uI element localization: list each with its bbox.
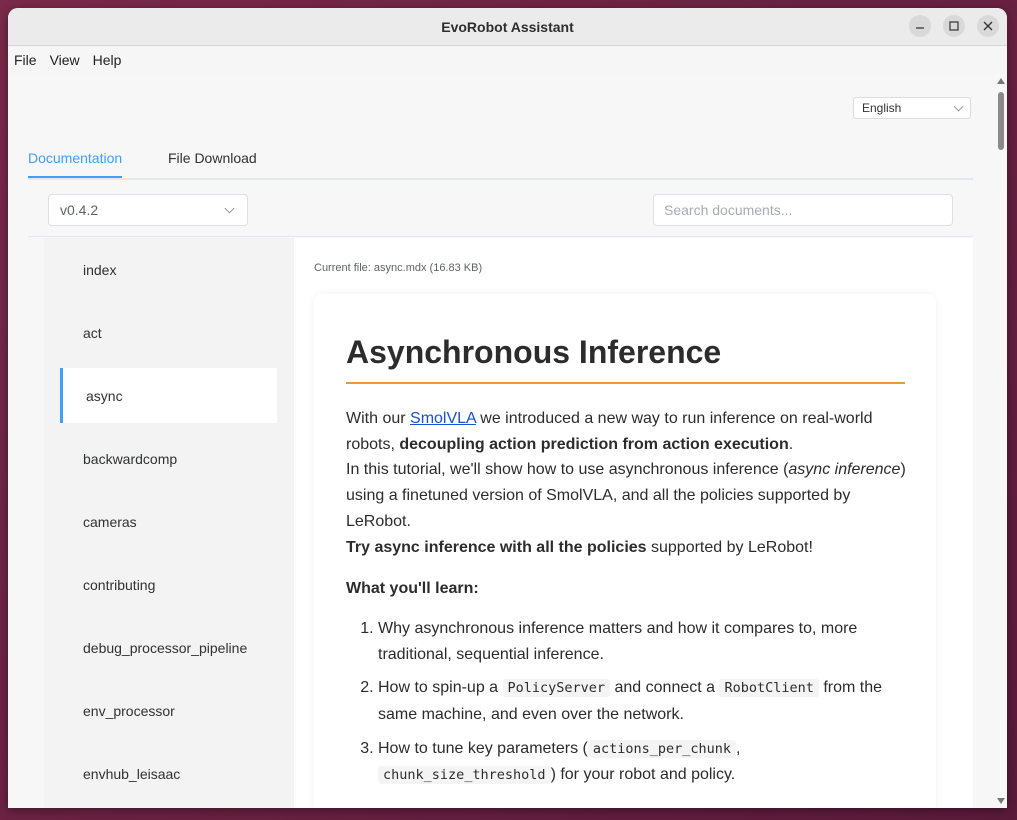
text: . [788, 435, 794, 453]
list-item: How to tune key parameters (actions_per_… [378, 736, 906, 789]
italic-text: async inference [788, 461, 901, 479]
doc-card: Asynchronous Inference With our SmolVLA … [314, 294, 936, 808]
sidebar-item-label: envhub_leisaac [83, 765, 181, 782]
tab-file-download[interactable]: File Download [168, 150, 257, 166]
sidebar-item-envhub-leisaac[interactable]: envhub_leisaac [60, 746, 277, 801]
doc-title: Asynchronous Inference [346, 334, 722, 370]
tab-bar: Documentation File Download [28, 142, 973, 180]
chevron-down-icon [953, 101, 964, 112]
menu-help[interactable]: Help [93, 52, 122, 68]
minimize-button[interactable] [909, 15, 931, 37]
intro-paragraph: With our SmolVLA we introduced a new way… [346, 406, 906, 560]
menu-file[interactable]: File [14, 52, 37, 68]
main-content: English Documentation File Download v0.4… [8, 74, 994, 808]
code-span: PolicyServer [502, 679, 611, 698]
tab-documentation[interactable]: Documentation [28, 150, 123, 178]
code-span: chunk_size_threshold [378, 766, 551, 785]
text: and connect a [610, 679, 720, 697]
maximize-icon [949, 21, 959, 31]
sidebar-item-cameras[interactable]: cameras [60, 494, 277, 549]
learn-list: Why asynchronous inference matters and h… [346, 616, 906, 789]
doc-body: With our SmolVLA we introduced a new way… [346, 406, 906, 797]
text: supported by LeRobot! [646, 538, 813, 556]
bold-text: decoupling action prediction from action… [399, 435, 789, 453]
vertical-scrollbar[interactable] [994, 74, 1007, 808]
title-bar: EvoRobot Assistant [8, 8, 1007, 46]
minimize-icon [916, 27, 924, 29]
version-selected: v0.4.2 [60, 202, 99, 218]
text: , [736, 739, 741, 757]
list-item: Why asynchronous inference matters and h… [378, 616, 906, 667]
sidebar-item-async[interactable]: async [60, 368, 277, 423]
maximize-button[interactable] [943, 15, 965, 37]
current-file-info: Current file: async.mdx (16.83 KB) [314, 262, 483, 274]
sidebar-item-label: async [86, 387, 123, 404]
scroll-up-arrow-icon[interactable] [997, 78, 1005, 84]
chevron-down-icon [224, 203, 235, 214]
sidebar-item-label: act [83, 324, 102, 341]
text: How to spin-up a [378, 679, 503, 697]
text: How to tune key parameters ( [378, 739, 588, 757]
smolvla-link[interactable]: SmolVLA [410, 410, 476, 427]
close-icon [983, 21, 993, 31]
sidebar-item-label: cameras [83, 513, 137, 530]
sidebar-item-backwardcomp[interactable]: backwardcomp [60, 431, 277, 486]
code-span: RobotClient [719, 679, 819, 698]
search-input[interactable] [653, 194, 953, 226]
language-selected: English [862, 101, 902, 115]
version-select[interactable]: v0.4.2 [48, 194, 248, 226]
sidebar-item-index[interactable]: index [60, 242, 277, 297]
learn-heading: What you'll learn: [346, 580, 479, 598]
doc-viewer: Current file: async.mdx (16.83 KB) Async… [294, 238, 973, 808]
menu-view[interactable]: View [50, 52, 80, 68]
text: In this tutorial, we'll show how to use … [346, 461, 789, 479]
menu-bar: File View Help [8, 46, 1007, 74]
sidebar-item-label: contributing [83, 576, 156, 593]
window-controls [909, 15, 999, 37]
sidebar-item-label: env_processor [83, 702, 175, 719]
sidebar-item-env-processor[interactable]: env_processor [60, 683, 277, 738]
list-item: How to spin-up a PolicyServer and connec… [378, 675, 906, 727]
language-select[interactable]: English [853, 97, 971, 119]
window-title: EvoRobot Assistant [441, 18, 574, 35]
sidebar-item-debug-processor-pipeline[interactable]: debug_processor_pipeline [60, 620, 277, 675]
code-span: actions_per_chunk [587, 739, 737, 758]
title-underline [346, 382, 905, 384]
sidebar-item-act[interactable]: act [60, 305, 277, 360]
text: ) for your robot and policy. [550, 766, 736, 784]
text: With our [346, 410, 411, 427]
scroll-down-arrow-icon[interactable] [997, 798, 1005, 804]
divider [28, 236, 973, 237]
sidebar-item-contributing[interactable]: contributing [60, 557, 277, 612]
bold-text: Try async inference with all the policie… [346, 538, 647, 556]
doc-sidebar: index act async backwardcomp cameras con… [44, 238, 294, 808]
close-button[interactable] [977, 15, 999, 37]
app-window: EvoRobot Assistant File View Help Englis… [8, 8, 1007, 808]
sidebar-item-label: index [83, 261, 117, 278]
sidebar-item-label: backwardcomp [83, 450, 178, 467]
sidebar-item-label: debug_processor_pipeline [83, 639, 248, 656]
scroll-thumb[interactable] [998, 92, 1004, 150]
